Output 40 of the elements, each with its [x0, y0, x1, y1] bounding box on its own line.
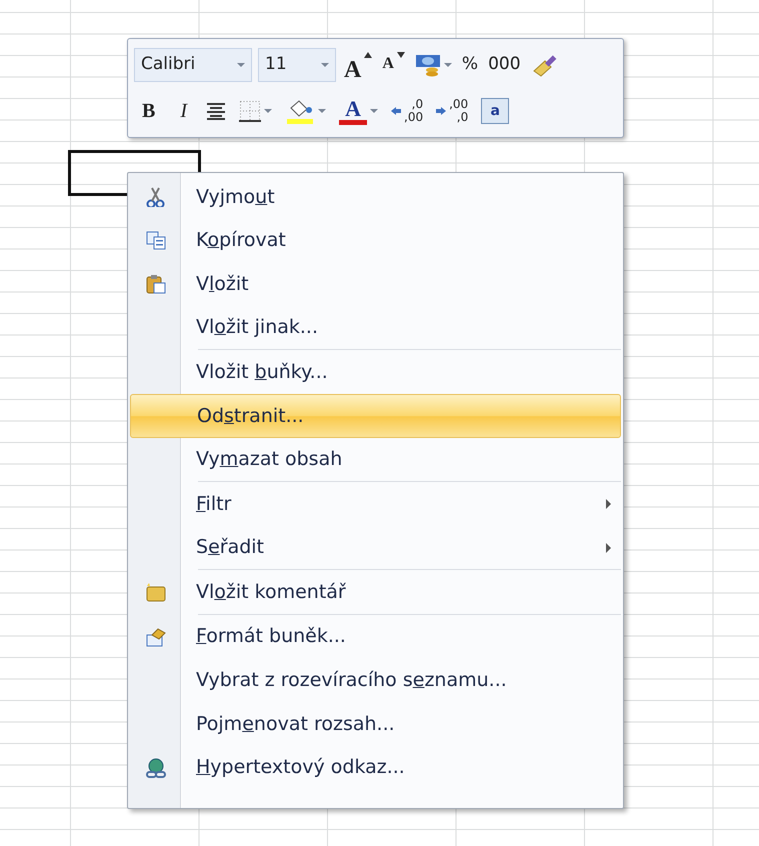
bold-button[interactable]: B: [134, 94, 164, 128]
paint-bucket-icon: [285, 98, 316, 124]
increase-decimal-button[interactable]: ,0 ,00: [389, 94, 426, 128]
caret-icon: [396, 52, 405, 58]
menu-item[interactable]: Kopírovat: [130, 218, 621, 262]
caret-icon: [364, 52, 372, 58]
align-center-icon: [206, 102, 226, 120]
font-size-combo[interactable]: 11: [258, 48, 336, 82]
menu-item[interactable]: Seřadit: [130, 526, 621, 570]
copy-icon: [146, 230, 166, 250]
menu-item[interactable]: Hypertextový odkaz...: [130, 746, 621, 790]
font-name-combo[interactable]: Calibri: [134, 48, 252, 82]
menu-item[interactable]: Filtr: [130, 482, 621, 526]
menu-item[interactable]: Vyjmout: [130, 175, 621, 219]
menu-item[interactable]: Vybrat z rozevíracího seznamu...: [130, 658, 621, 702]
borders-icon: [239, 100, 262, 122]
note-icon: [146, 582, 166, 602]
menu-item[interactable]: Vložit komentář: [130, 570, 621, 614]
menu-item[interactable]: Vložit: [130, 262, 621, 306]
format-button[interactable]: %: [460, 48, 480, 82]
menu-item[interactable]: Pojmenovat rozsah...: [130, 702, 621, 746]
italic-button[interactable]: I: [172, 94, 196, 128]
menu-item[interactable]: Vložit jinak...: [130, 306, 621, 350]
format-cells-icon: [146, 626, 166, 647]
money-icon: [414, 53, 441, 77]
menu-item[interactable]: Vložit buňky...: [130, 350, 621, 394]
arrow-icon: [436, 106, 446, 116]
decrease-decimal-button[interactable]: ,00 ,0: [434, 94, 470, 128]
clipboard-icon: [146, 274, 166, 294]
shrink-font-button[interactable]: A: [380, 48, 407, 82]
globe-link-icon: [146, 758, 166, 778]
format-button[interactable]: 000: [486, 48, 523, 82]
menu-item[interactable]: Odstranit...: [130, 394, 621, 438]
menu-item[interactable]: Vymazat obsah: [130, 438, 621, 482]
menu-item[interactable]: Formát buněk...: [130, 614, 621, 659]
font-color-button[interactable]: A: [337, 94, 380, 128]
brush-icon: [530, 53, 557, 77]
scissors-icon: [146, 186, 166, 207]
grow-font-button[interactable]: A: [342, 48, 374, 82]
arrow-icon: [391, 106, 402, 116]
